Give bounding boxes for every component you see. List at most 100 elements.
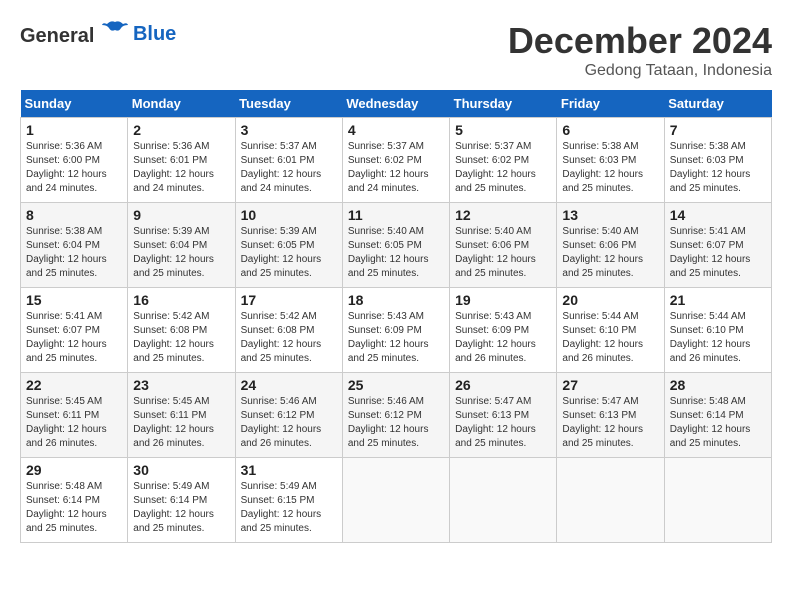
table-row: 23Sunrise: 5:45 AM Sunset: 6:11 PM Dayli… <box>128 373 235 458</box>
day-info: Sunrise: 5:47 AM Sunset: 6:13 PM Dayligh… <box>562 395 658 451</box>
table-row: 9 Sunrise: 5:39 AM Sunset: 6:04 PM Daylig… <box>128 203 235 288</box>
day-info: Sunrise: 5:49 AM Sunset: 6:15 PM Dayligh… <box>241 480 337 536</box>
day-info: Sunrise: 5:47 AM Sunset: 6:13 PM Dayligh… <box>455 395 551 451</box>
table-row: 3 Sunrise: 5:37 AM Sunset: 6:01 PM Daylig… <box>235 118 342 203</box>
table-row: 5Sunrise: 5:37 AM Sunset: 6:02 PM Daylig… <box>450 118 557 203</box>
day-number: 14 <box>670 207 766 223</box>
day-info: Sunrise: 5:39 AM Sunset: 6:04 PM Dayligh… <box>133 225 229 281</box>
col-thursday: Thursday <box>450 90 557 118</box>
table-row: 7 Sunrise: 5:38 AM Sunset: 6:03 PM Daylig… <box>664 118 771 203</box>
table-row: 16 Sunrise: 5:42 AM Sunset: 6:08 PM Dayli… <box>128 288 235 373</box>
table-row: 10 Sunrise: 5:39 AM Sunset: 6:05 PM Dayli… <box>235 203 342 288</box>
day-info: Sunrise: 5:37 AM Sunset: 6:01 PM Dayligh… <box>241 140 337 196</box>
location-subtitle: Gedong Tataan, Indonesia <box>508 62 772 80</box>
day-info: Sunrise: 5:36 AM Sunset: 6:00 PM Dayligh… <box>26 140 122 196</box>
calendar-week-1: 1 Sunrise: 5:36 AM Sunset: 6:00 PM Daylig… <box>21 118 772 203</box>
day-info: Sunrise: 5:41 AM Sunset: 6:07 PM Dayligh… <box>670 225 766 281</box>
day-number: 21 <box>670 292 766 308</box>
day-number: 10 <box>241 207 337 223</box>
day-number: 16 <box>133 292 229 308</box>
logo: General Blue <box>20 20 176 48</box>
table-row: 27 Sunrise: 5:47 AM Sunset: 6:13 PM Dayli… <box>557 373 664 458</box>
day-info: Sunrise: 5:45 AM Sunset: 6:11 PM Dayligh… <box>133 395 229 451</box>
day-number: 17 <box>241 292 337 308</box>
calendar-week-4: 22Sunrise: 5:45 AM Sunset: 6:11 PM Dayli… <box>21 373 772 458</box>
table-row: 19 Sunrise: 5:43 AM Sunset: 6:09 PM Dayli… <box>450 288 557 373</box>
col-tuesday: Tuesday <box>235 90 342 118</box>
col-friday: Friday <box>557 90 664 118</box>
table-row <box>557 458 664 543</box>
table-row: 22Sunrise: 5:45 AM Sunset: 6:11 PM Dayli… <box>21 373 128 458</box>
table-row: 24Sunrise: 5:46 AM Sunset: 6:12 PM Dayli… <box>235 373 342 458</box>
day-number: 3 <box>241 122 337 138</box>
day-number: 30 <box>133 462 229 478</box>
title-block: December 2024 Gedong Tataan, Indonesia <box>508 20 772 80</box>
day-info: Sunrise: 5:48 AM Sunset: 6:14 PM Dayligh… <box>26 480 122 536</box>
table-row: 29 Sunrise: 5:48 AM Sunset: 6:14 PM Dayli… <box>21 458 128 543</box>
calendar-week-5: 29 Sunrise: 5:48 AM Sunset: 6:14 PM Dayli… <box>21 458 772 543</box>
day-info: Sunrise: 5:44 AM Sunset: 6:10 PM Dayligh… <box>670 310 766 366</box>
col-monday: Monday <box>128 90 235 118</box>
day-number: 19 <box>455 292 551 308</box>
day-info: Sunrise: 5:42 AM Sunset: 6:08 PM Dayligh… <box>241 310 337 366</box>
day-number: 13 <box>562 207 658 223</box>
day-info: Sunrise: 5:37 AM Sunset: 6:02 PM Dayligh… <box>348 140 444 196</box>
day-number: 7 <box>670 122 766 138</box>
table-row <box>450 458 557 543</box>
day-number: 28 <box>670 377 766 393</box>
day-number: 1 <box>26 122 122 138</box>
day-info: Sunrise: 5:49 AM Sunset: 6:14 PM Dayligh… <box>133 480 229 536</box>
table-row: 25Sunrise: 5:46 AM Sunset: 6:12 PM Dayli… <box>342 373 449 458</box>
month-title: December 2024 <box>508 20 772 62</box>
day-info: Sunrise: 5:42 AM Sunset: 6:08 PM Dayligh… <box>133 310 229 366</box>
day-info: Sunrise: 5:38 AM Sunset: 6:03 PM Dayligh… <box>670 140 766 196</box>
table-row: 4 Sunrise: 5:37 AM Sunset: 6:02 PM Daylig… <box>342 118 449 203</box>
day-number: 26 <box>455 377 551 393</box>
day-number: 2 <box>133 122 229 138</box>
calendar-header-row: Sunday Monday Tuesday Wednesday Thursday… <box>21 90 772 118</box>
day-number: 9 <box>133 207 229 223</box>
table-row: 21 Sunrise: 5:44 AM Sunset: 6:10 PM Dayli… <box>664 288 771 373</box>
table-row: 13 Sunrise: 5:40 AM Sunset: 6:06 PM Dayli… <box>557 203 664 288</box>
day-info: Sunrise: 5:43 AM Sunset: 6:09 PM Dayligh… <box>455 310 551 366</box>
calendar-table: Sunday Monday Tuesday Wednesday Thursday… <box>20 90 772 543</box>
day-info: Sunrise: 5:40 AM Sunset: 6:05 PM Dayligh… <box>348 225 444 281</box>
day-number: 29 <box>26 462 122 478</box>
table-row <box>664 458 771 543</box>
table-row: 11Sunrise: 5:40 AM Sunset: 6:05 PM Dayli… <box>342 203 449 288</box>
calendar-week-2: 8Sunrise: 5:38 AM Sunset: 6:04 PM Daylig… <box>21 203 772 288</box>
day-info: Sunrise: 5:45 AM Sunset: 6:11 PM Dayligh… <box>26 395 122 451</box>
day-number: 25 <box>348 377 444 393</box>
day-info: Sunrise: 5:39 AM Sunset: 6:05 PM Dayligh… <box>241 225 337 281</box>
day-number: 6 <box>562 122 658 138</box>
logo-blue-text: Blue <box>133 23 176 45</box>
table-row: 14 Sunrise: 5:41 AM Sunset: 6:07 PM Dayli… <box>664 203 771 288</box>
table-row: 8Sunrise: 5:38 AM Sunset: 6:04 PM Daylig… <box>21 203 128 288</box>
col-wednesday: Wednesday <box>342 90 449 118</box>
day-info: Sunrise: 5:48 AM Sunset: 6:14 PM Dayligh… <box>670 395 766 451</box>
table-row: 2Sunrise: 5:36 AM Sunset: 6:01 PM Daylig… <box>128 118 235 203</box>
table-row: 31 Sunrise: 5:49 AM Sunset: 6:15 PM Dayli… <box>235 458 342 543</box>
table-row: 12Sunrise: 5:40 AM Sunset: 6:06 PM Dayli… <box>450 203 557 288</box>
day-info: Sunrise: 5:38 AM Sunset: 6:04 PM Dayligh… <box>26 225 122 281</box>
table-row <box>342 458 449 543</box>
day-number: 27 <box>562 377 658 393</box>
page-header: General Blue December 2024 Gedong Tataan… <box>20 20 772 80</box>
day-number: 4 <box>348 122 444 138</box>
day-info: Sunrise: 5:40 AM Sunset: 6:06 PM Dayligh… <box>562 225 658 281</box>
table-row: 26 Sunrise: 5:47 AM Sunset: 6:13 PM Dayli… <box>450 373 557 458</box>
day-info: Sunrise: 5:37 AM Sunset: 6:02 PM Dayligh… <box>455 140 551 196</box>
day-info: Sunrise: 5:44 AM Sunset: 6:10 PM Dayligh… <box>562 310 658 366</box>
table-row: 28 Sunrise: 5:48 AM Sunset: 6:14 PM Dayli… <box>664 373 771 458</box>
day-number: 12 <box>455 207 551 223</box>
table-row: 1 Sunrise: 5:36 AM Sunset: 6:00 PM Daylig… <box>21 118 128 203</box>
table-row: 17 Sunrise: 5:42 AM Sunset: 6:08 PM Dayli… <box>235 288 342 373</box>
table-row: 18Sunrise: 5:43 AM Sunset: 6:09 PM Dayli… <box>342 288 449 373</box>
day-info: Sunrise: 5:41 AM Sunset: 6:07 PM Dayligh… <box>26 310 122 366</box>
table-row: 30 Sunrise: 5:49 AM Sunset: 6:14 PM Dayli… <box>128 458 235 543</box>
day-number: 31 <box>241 462 337 478</box>
day-number: 24 <box>241 377 337 393</box>
day-info: Sunrise: 5:43 AM Sunset: 6:09 PM Dayligh… <box>348 310 444 366</box>
logo-general-text: General <box>20 25 94 47</box>
day-number: 15 <box>26 292 122 308</box>
